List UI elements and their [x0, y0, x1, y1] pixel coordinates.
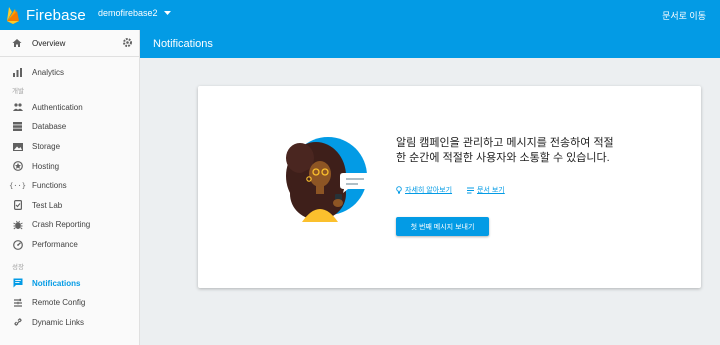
- functions-icon: {··}: [9, 181, 26, 190]
- chat-icon: [12, 278, 23, 289]
- notifications-empty-state-card: 알림 캠페인을 관리하고 메시지를 전송하여 적절한 순간에 적절한 사용자와 …: [198, 86, 701, 288]
- sidebar-item-label: Storage: [32, 142, 61, 152]
- people-icon: [12, 102, 23, 113]
- sidebar-item-label: Test Lab: [32, 200, 63, 210]
- sidebar: Overview Analytics 개발 Authentication Dat…: [0, 30, 140, 345]
- woman-with-phone-illustration: [286, 137, 372, 222]
- sidebar-item-database[interactable]: Database: [0, 117, 139, 137]
- page-header: Notifications: [140, 30, 720, 58]
- sidebar-item-hosting[interactable]: Hosting: [0, 156, 139, 176]
- hosting-icon: [12, 161, 23, 172]
- sidebar-item-notifications[interactable]: Notifications: [0, 273, 139, 293]
- sidebar-item-authentication[interactable]: Authentication: [0, 98, 139, 118]
- sidebar-item-label: Database: [32, 122, 67, 132]
- learn-more-link[interactable]: 자세히 알아보기: [396, 185, 452, 195]
- dropdown-arrow-icon: [163, 10, 171, 15]
- remote-config-icon: [12, 297, 23, 308]
- sidebar-item-label: Functions: [32, 181, 67, 191]
- go-to-docs-link[interactable]: 문서로 이동: [662, 9, 706, 22]
- sidebar-item-label: Crash Reporting: [32, 220, 91, 230]
- sidebar-item-label: Notifications: [32, 278, 81, 288]
- project-selector[interactable]: demofirebase2: [98, 8, 171, 18]
- help-links: 자세히 알아보기 문서 보기: [396, 185, 505, 195]
- sidebar-item-dynamic-links[interactable]: Dynamic Links: [0, 313, 139, 333]
- section-label-grow: 성장: [12, 263, 24, 271]
- speed-icon: [12, 239, 23, 250]
- link-icon: [12, 317, 23, 328]
- sidebar-item-label: Hosting: [32, 161, 60, 171]
- firebase-logo[interactable]: Firebase: [6, 4, 86, 26]
- firebase-flame-icon: [7, 7, 19, 24]
- learn-more-label: 자세히 알아보기: [405, 187, 453, 194]
- sidebar-item-label: Dynamic Links: [32, 317, 85, 327]
- sidebar-item-label: Remote Config: [32, 298, 86, 308]
- sidebar-item-label: Performance: [32, 240, 78, 250]
- sidebar-item-functions[interactable]: {··} Functions: [0, 176, 139, 196]
- test-lab-icon: [12, 200, 23, 211]
- analytics-icon: [12, 67, 23, 78]
- home-icon: [12, 38, 23, 49]
- sidebar-item-label: Overview: [32, 38, 66, 48]
- sidebar-item-remote-config[interactable]: Remote Config: [0, 293, 139, 313]
- sidebar-item-storage[interactable]: Storage: [0, 137, 139, 157]
- bug-icon: [12, 219, 23, 230]
- top-bar: Firebase demofirebase2 문서로 이동: [0, 0, 720, 30]
- sidebar-item-crash-reporting[interactable]: Crash Reporting: [0, 215, 139, 235]
- empty-state-headline: 알림 캠페인을 관리하고 메시지를 전송하여 적절한 순간에 적절한 사용자와 …: [396, 137, 614, 164]
- send-first-message-button[interactable]: 첫 번째 메시지 보내기: [396, 217, 489, 236]
- storage-icon: [12, 141, 23, 152]
- lightbulb-icon: [396, 186, 402, 194]
- settings-gear-icon[interactable]: [122, 37, 133, 50]
- docs-icon: [467, 187, 475, 193]
- view-docs-link[interactable]: 문서 보기: [467, 185, 505, 195]
- sidebar-item-overview[interactable]: Overview: [0, 30, 139, 57]
- database-icon: [12, 121, 23, 132]
- project-name: demofirebase2: [98, 8, 158, 18]
- page-title: Notifications: [153, 38, 213, 50]
- sidebar-item-test-lab[interactable]: Test Lab: [0, 196, 139, 216]
- sidebar-item-analytics[interactable]: Analytics: [0, 63, 139, 83]
- sidebar-item-performance[interactable]: Performance: [0, 235, 139, 255]
- brand-name: Firebase: [26, 6, 86, 24]
- section-label-develop: 개발: [12, 88, 24, 96]
- sidebar-item-label: Analytics: [32, 68, 65, 78]
- sidebar-item-label: Authentication: [32, 102, 83, 112]
- view-docs-label: 문서 보기: [477, 187, 505, 194]
